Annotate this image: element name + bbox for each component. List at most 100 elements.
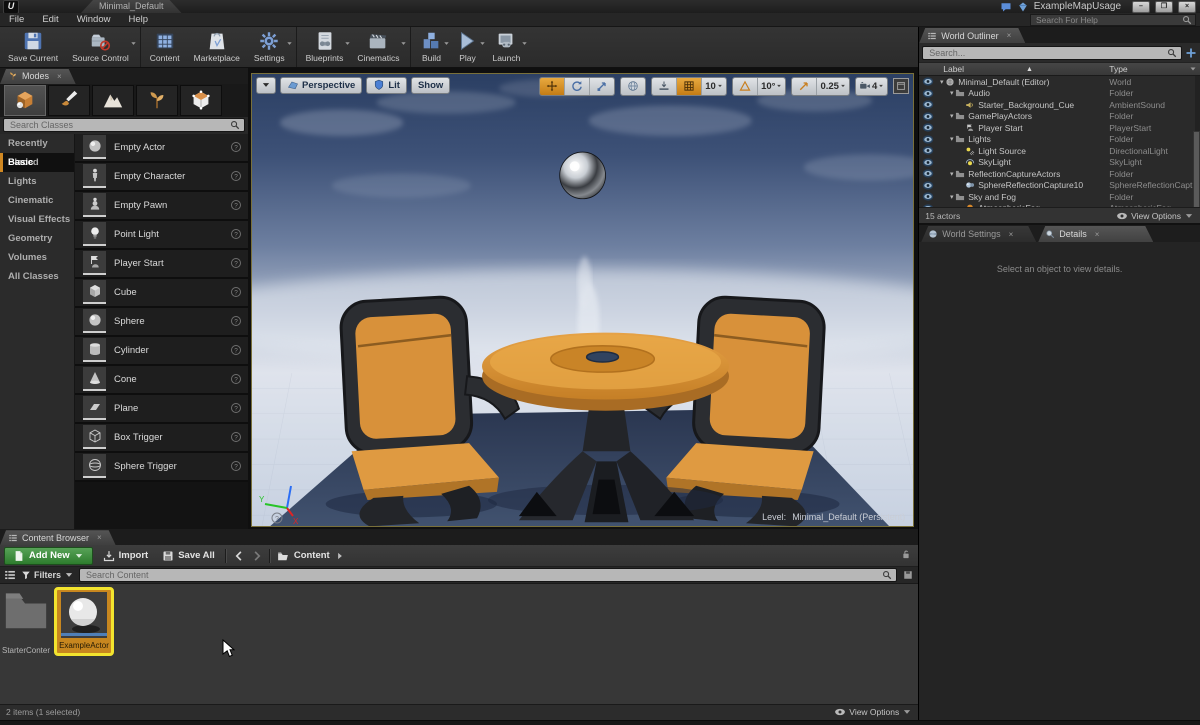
classes-search-box[interactable] <box>3 118 245 133</box>
save-search-icon[interactable] <box>902 569 914 581</box>
outliner-row[interactable]: ▾ Lights Folder <box>919 134 1200 146</box>
outliner-view-options-button[interactable]: View Options <box>1116 210 1194 222</box>
close-button[interactable]: × <box>1178 0 1196 13</box>
expander-arrow[interactable]: ▾ <box>948 170 955 178</box>
rotation-snap-value[interactable]: 10° <box>757 77 786 95</box>
feedback-chat-icon[interactable] <box>1000 1 1012 13</box>
help-question-icon[interactable]: ? <box>230 373 242 385</box>
expander-arrow[interactable]: ▾ <box>938 78 945 86</box>
help-question-icon[interactable]: ? <box>230 402 242 414</box>
visibility-eye-icon[interactable] <box>922 112 934 121</box>
sources-panel-icon[interactable] <box>4 569 16 581</box>
grid-snapping-button[interactable] <box>676 77 702 95</box>
restore-button[interactable]: ❐ <box>1155 0 1173 13</box>
world-outliner-tab[interactable]: World Outliner × <box>919 28 1025 43</box>
help-question-icon[interactable]: ? <box>230 257 242 269</box>
toolbar-button[interactable]: Settings <box>248 27 293 67</box>
show-flags-button[interactable]: Show <box>410 76 451 94</box>
modes-tab[interactable]: Modes × <box>0 69 76 84</box>
translate-tool-button[interactable] <box>540 77 565 95</box>
close-icon[interactable]: × <box>97 533 102 542</box>
world-local-toggle[interactable] <box>621 77 646 95</box>
placeable-item[interactable]: Empty Pawn ? <box>75 191 248 221</box>
outliner-row[interactable]: SphereReflectionCapture10 SphereReflecti… <box>919 180 1200 192</box>
minimize-button[interactable]: – <box>1132 0 1150 13</box>
placeable-item[interactable]: Plane ? <box>75 394 248 424</box>
column-filter-icon[interactable] <box>1189 65 1197 73</box>
toolbar-button[interactable]: Cinematics <box>351 27 407 67</box>
placeable-item[interactable]: Point Light ? <box>75 220 248 250</box>
perspective-button[interactable]: Perspective <box>280 76 363 94</box>
mode-tab[interactable] <box>92 84 134 116</box>
placeable-item[interactable]: Cone ? <box>75 365 248 395</box>
help-question-icon[interactable]: ? <box>230 228 242 240</box>
rotation-snapping-button[interactable] <box>733 77 758 95</box>
help-question-icon[interactable]: ? <box>230 286 242 298</box>
close-icon[interactable]: × <box>1009 230 1014 239</box>
placement-category[interactable]: Lights <box>0 172 74 191</box>
rotate-tool-button[interactable] <box>564 77 590 95</box>
outliner-row[interactable]: ▾ Minimal_Default (Editor) World <box>919 76 1200 88</box>
mode-tab[interactable] <box>48 84 90 116</box>
content-browser-tab[interactable]: Content Browser × <box>0 530 116 545</box>
lit-mode-button[interactable]: Lit <box>366 76 407 94</box>
classes-search-input[interactable] <box>8 119 230 132</box>
outliner-scrollbar[interactable] <box>1193 76 1200 207</box>
chevron-down-icon[interactable] <box>130 40 137 47</box>
help-question-icon[interactable]: ? <box>230 141 242 153</box>
placement-category[interactable]: All Classes <box>0 267 74 286</box>
outliner-row[interactable]: AtmosphericFog AtmosphericFog <box>919 203 1200 207</box>
placement-category[interactable]: Volumes <box>0 248 74 267</box>
scale-tool-button[interactable] <box>589 77 615 95</box>
outliner-search-box[interactable] <box>922 45 1182 60</box>
placeable-item[interactable]: Empty Character ? <box>75 162 248 192</box>
mode-tab[interactable] <box>136 84 178 116</box>
expander-arrow[interactable]: ▾ <box>948 193 955 201</box>
content-search-input[interactable] <box>84 569 883 582</box>
back-arrow-icon[interactable] <box>233 550 245 562</box>
surface-snapping-button[interactable] <box>652 77 677 95</box>
visibility-eye-icon[interactable] <box>922 158 934 167</box>
menu-item[interactable]: Edit <box>33 14 67 25</box>
grid-snap-value[interactable]: 10 <box>701 77 727 95</box>
chevron-right-icon[interactable] <box>335 551 345 561</box>
add-filter-icon[interactable] <box>1185 47 1197 59</box>
chevron-down-icon[interactable] <box>521 40 528 47</box>
visibility-eye-icon[interactable] <box>922 204 934 207</box>
toolbar-button[interactable]: Play <box>450 27 486 67</box>
camera-speed-button[interactable]: 4 <box>855 77 888 95</box>
epic-gem-icon[interactable] <box>1017 1 1029 13</box>
toolbar-button[interactable]: Blueprints <box>295 27 352 67</box>
view-options-button[interactable]: View Options <box>834 706 912 718</box>
visibility-eye-icon[interactable] <box>922 169 934 178</box>
details-tab[interactable]: Details × <box>1038 226 1153 242</box>
lock-icon[interactable] <box>900 548 912 560</box>
help-search-input[interactable] <box>1034 14 1182 26</box>
mode-tab[interactable] <box>4 84 46 116</box>
placement-category[interactable]: Visual Effects <box>0 210 74 229</box>
filters-button[interactable]: Filters <box>21 570 74 580</box>
expander-arrow[interactable]: ▾ <box>948 89 955 97</box>
level-viewport[interactable]: Perspective Lit Show 10 10° 0.25 4 Level… <box>251 72 915 528</box>
close-icon[interactable]: × <box>1095 230 1100 239</box>
scale-snapping-button[interactable] <box>792 77 817 95</box>
level-document-tab[interactable]: Minimal_Default <box>81 0 182 13</box>
toolbar-button[interactable]: Source Control <box>66 27 137 67</box>
outliner-row[interactable]: ▾ ReflectionCaptureActors Folder <box>919 168 1200 180</box>
help-question-icon[interactable]: ? <box>230 431 242 443</box>
placeable-item[interactable]: Sphere ? <box>75 307 248 337</box>
placeable-item[interactable]: Cylinder ? <box>75 336 248 366</box>
add-new-button[interactable]: Add New <box>4 546 93 565</box>
visibility-eye-icon[interactable] <box>922 135 934 144</box>
visibility-eye-icon[interactable] <box>922 146 934 155</box>
help-search-box[interactable] <box>1030 14 1196 26</box>
chevron-down-icon[interactable] <box>443 40 450 47</box>
menu-item[interactable]: Help <box>119 14 157 25</box>
help-question-icon[interactable]: ? <box>230 344 242 356</box>
placement-category[interactable]: Cinematic <box>0 191 74 210</box>
placeable-item[interactable]: Box Trigger ? <box>75 423 248 453</box>
toolbar-button[interactable]: Launch <box>486 27 528 67</box>
help-question-icon[interactable]: ? <box>230 315 242 327</box>
maximize-viewport-button[interactable] <box>893 77 910 94</box>
import-button[interactable]: Import <box>99 550 153 562</box>
